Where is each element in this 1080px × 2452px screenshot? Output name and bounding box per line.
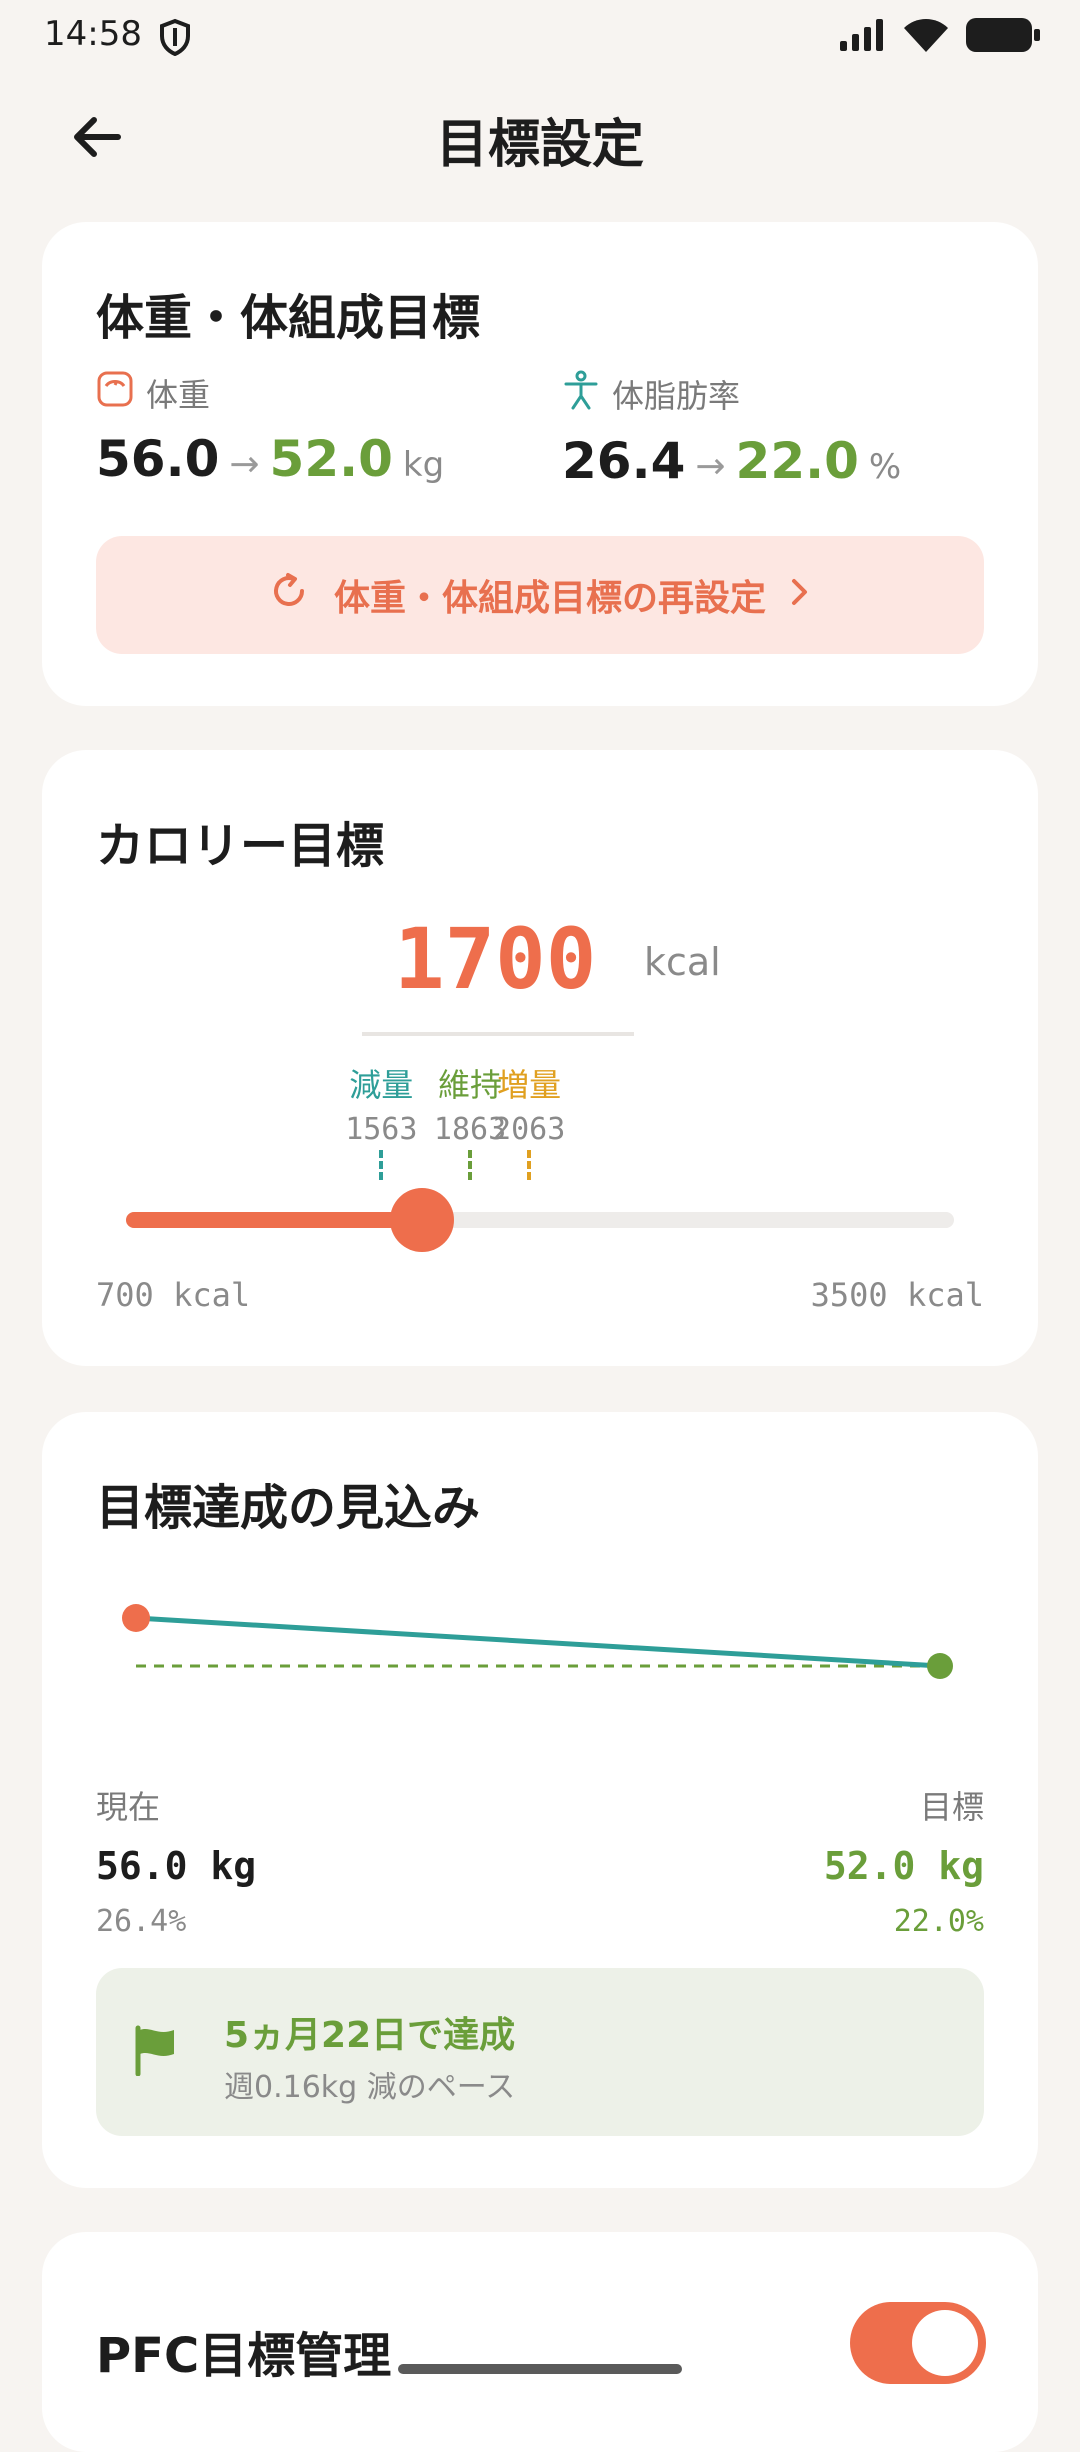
calorie-unit: kcal: [644, 940, 721, 984]
pfc-card: PFC目標管理: [42, 2232, 1038, 2452]
current-weight: 56.0 kg: [96, 1844, 257, 1888]
projection-line: [135, 1615, 941, 1669]
target-body-fat: 22.0%: [893, 1904, 984, 1939]
current-label: 現在: [96, 1788, 161, 1826]
body-fat-metric: 体脂肪率 26.4 → 22.0 %: [562, 370, 901, 490]
weight-label: 体重: [146, 376, 211, 414]
marker-lose-label: 減量: [349, 1066, 414, 1104]
calorie-value-input[interactable]: 1700: [394, 910, 596, 1008]
status-time: 14:58: [44, 14, 142, 54]
calorie-slider-fill: [126, 1212, 422, 1228]
shield-icon: [158, 18, 192, 57]
marker-gain-label: 増量: [497, 1066, 562, 1104]
pfc-toggle-knob: [912, 2310, 978, 2376]
body-icon: [562, 370, 600, 418]
body-fat-target: 22.0: [735, 432, 859, 490]
achievement-box: 5ヵ月22日で達成 週0.16kg 減のペース: [96, 1968, 984, 2136]
marker-lose-tick: [379, 1150, 384, 1180]
pfc-title: PFC目標管理: [96, 2328, 392, 2384]
marker-lose: 減量 1563: [345, 1060, 417, 1147]
home-indicator[interactable]: [398, 2364, 682, 2374]
projection-target: 目標 52.0 kg 22.0%: [824, 1782, 984, 1939]
calorie-slider-thumb[interactable]: [389, 1188, 454, 1252]
slider-min-label: 700 kcal: [96, 1276, 251, 1314]
marker-gain: 増量 2063: [493, 1060, 565, 1147]
body-fat-current: 26.4: [562, 432, 686, 490]
projection-title: 目標達成の見込み: [96, 1480, 481, 1536]
body-fat-unit: %: [868, 447, 902, 487]
body-goal-card: 体重・体組成目標 体重 56.0 → 52.0 kg 体脂肪率 26.4 → 2…: [42, 222, 1038, 706]
status-bar: 14:58: [0, 0, 1080, 72]
chevron-right-icon: [788, 575, 812, 616]
achievement-title: 5ヵ月22日で達成: [224, 2015, 516, 2056]
page-title: 目標設定: [435, 115, 644, 175]
slider-max-label: 3500 kcal: [810, 1276, 984, 1314]
calorie-input-underline: [362, 1032, 634, 1036]
arrow-right-icon: →: [229, 444, 260, 485]
weight-metric: 体重 56.0 → 52.0 kg: [96, 370, 444, 488]
calorie-goal-title: カロリー目標: [96, 818, 385, 874]
projection-card: 目標達成の見込み 現在 56.0 kg 26.4% 目標 52.0 kg 22.…: [42, 1412, 1038, 2188]
marker-gain-tick: [527, 1150, 532, 1180]
current-point: [122, 1604, 150, 1632]
marker-gain-value: 2063: [493, 1112, 566, 1147]
marker-lose-value: 1563: [345, 1112, 418, 1147]
calorie-slider[interactable]: [126, 1188, 954, 1252]
reset-label: 体重・体組成目標の再設定: [333, 578, 766, 619]
pfc-toggle[interactable]: [850, 2302, 986, 2384]
wifi-icon: [904, 18, 948, 56]
flag-icon: [132, 2024, 178, 2080]
weight-target: 52.0: [269, 430, 393, 488]
current-body-fat: 26.4%: [96, 1904, 187, 1939]
reset-body-goal-button[interactable]: 体重・体組成目標の再設定: [96, 536, 984, 654]
projection-chart: [122, 1604, 953, 1679]
scale-icon: [96, 370, 134, 416]
signal-icon: [840, 19, 886, 55]
target-weight: 52.0 kg: [823, 1844, 984, 1888]
marker-maintain-tick: [467, 1150, 472, 1180]
app-header: 目標設定: [0, 80, 1080, 190]
body-fat-label: 体脂肪率: [612, 377, 741, 415]
target-label: 目標: [919, 1788, 984, 1826]
calorie-goal-card: カロリー目標 1700 kcal 減量 1563 維持 1863 増量 2063…: [42, 750, 1038, 1366]
weight-unit: kg: [402, 445, 445, 485]
refresh-icon: [268, 569, 312, 622]
target-point: [927, 1653, 953, 1679]
weight-current: 56.0: [96, 430, 220, 488]
body-goal-title: 体重・体組成目標: [96, 290, 481, 346]
battery-icon: [966, 18, 1040, 56]
projection-current: 現在 56.0 kg 26.4%: [96, 1782, 256, 1939]
achievement-pace: 週0.16kg 減のペース: [224, 2070, 516, 2105]
arrow-right-icon: →: [695, 446, 726, 487]
